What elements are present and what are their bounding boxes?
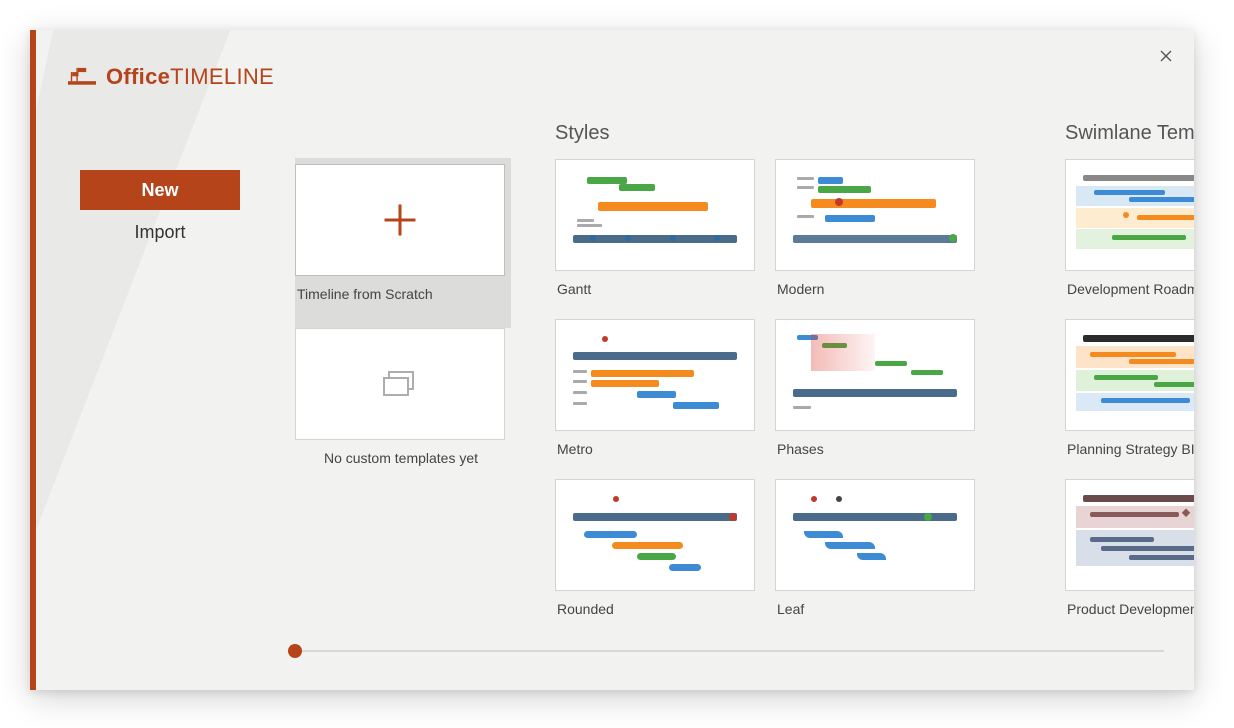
- scrollbar-thumb[interactable]: [288, 644, 302, 658]
- close-icon: [1160, 50, 1172, 62]
- app-logo: OfficeTIMELINE: [68, 64, 274, 90]
- card-style-rounded[interactable]: Rounded: [555, 479, 755, 620]
- sidebar: New Import: [80, 170, 240, 254]
- thumb-plan: [1065, 319, 1194, 431]
- spacer-title: [295, 122, 505, 150]
- template-gallery: Timeline from Scratch No custom template…: [295, 122, 1194, 620]
- card-swimlane-product-dev[interactable]: Product Development &: [1065, 479, 1194, 620]
- label-prod: Product Development &: [1065, 591, 1194, 617]
- thumb-prod: [1065, 479, 1194, 591]
- label-empty: No custom templates yet: [295, 440, 505, 466]
- thumb-metro: [555, 319, 755, 431]
- card-style-phases[interactable]: Phases: [775, 319, 975, 477]
- label-metro: Metro: [555, 431, 755, 457]
- thumb-phases: [775, 319, 975, 431]
- templates-stack-icon: [380, 369, 420, 399]
- thumb-empty: [295, 328, 505, 440]
- label-dev: Development Roadmap: [1065, 271, 1194, 297]
- nav-new-label: New: [141, 180, 178, 201]
- label-phases: Phases: [775, 431, 975, 457]
- nav-import-label: Import: [134, 222, 185, 243]
- sidebar-backdrop: [36, 30, 246, 690]
- thumb-scratch: [295, 164, 505, 276]
- card-style-modern[interactable]: Modern: [775, 159, 975, 317]
- thumb-modern: [775, 159, 975, 271]
- thumb-dev: [1065, 159, 1194, 271]
- card-no-custom-templates[interactable]: No custom templates yet: [295, 328, 505, 486]
- logo-text: OfficeTIMELINE: [106, 64, 274, 90]
- thumb-gantt: [555, 159, 755, 271]
- label-plan: Planning Strategy BI Ro: [1065, 431, 1194, 457]
- column-swimlane: Swimlane Temp: [1065, 122, 1194, 620]
- nav-import[interactable]: Import: [80, 212, 240, 252]
- logo-prefix: Office: [106, 64, 170, 89]
- label-modern: Modern: [775, 271, 975, 297]
- card-style-leaf[interactable]: Leaf: [775, 479, 975, 620]
- label-rounded: Rounded: [555, 591, 755, 617]
- dialog-window: OfficeTIMELINE New Import: [30, 30, 1194, 690]
- styles-title: Styles: [555, 122, 975, 145]
- card-style-gantt[interactable]: Gantt: [555, 159, 755, 317]
- card-swimlane-dev-roadmap[interactable]: Development Roadmap: [1065, 159, 1194, 317]
- scrollbar-track: [290, 650, 1164, 652]
- label-gantt: Gantt: [555, 271, 755, 297]
- card-style-metro[interactable]: Metro: [555, 319, 755, 477]
- card-timeline-from-scratch[interactable]: Timeline from Scratch: [295, 158, 511, 328]
- plus-icon: [383, 203, 417, 237]
- thumb-leaf: [775, 479, 975, 591]
- card-swimlane-planning-bi[interactable]: Planning Strategy BI Ro: [1065, 319, 1194, 477]
- label-scratch: Timeline from Scratch: [295, 276, 505, 302]
- swimlane-title: Swimlane Temp: [1065, 122, 1194, 145]
- close-button[interactable]: [1154, 44, 1178, 68]
- column-scratch: Timeline from Scratch No custom template…: [295, 122, 505, 620]
- logo-suffix: TIMELINE: [170, 64, 274, 89]
- nav-new[interactable]: New: [80, 170, 240, 210]
- logo-icon: [68, 67, 96, 87]
- thumb-rounded: [555, 479, 755, 591]
- label-leaf: Leaf: [775, 591, 975, 617]
- column-styles: Styles: [555, 122, 975, 620]
- horizontal-scrollbar[interactable]: [290, 646, 1164, 656]
- accent-bar: [30, 30, 36, 690]
- gallery-scroll-row: Timeline from Scratch No custom template…: [295, 122, 1194, 620]
